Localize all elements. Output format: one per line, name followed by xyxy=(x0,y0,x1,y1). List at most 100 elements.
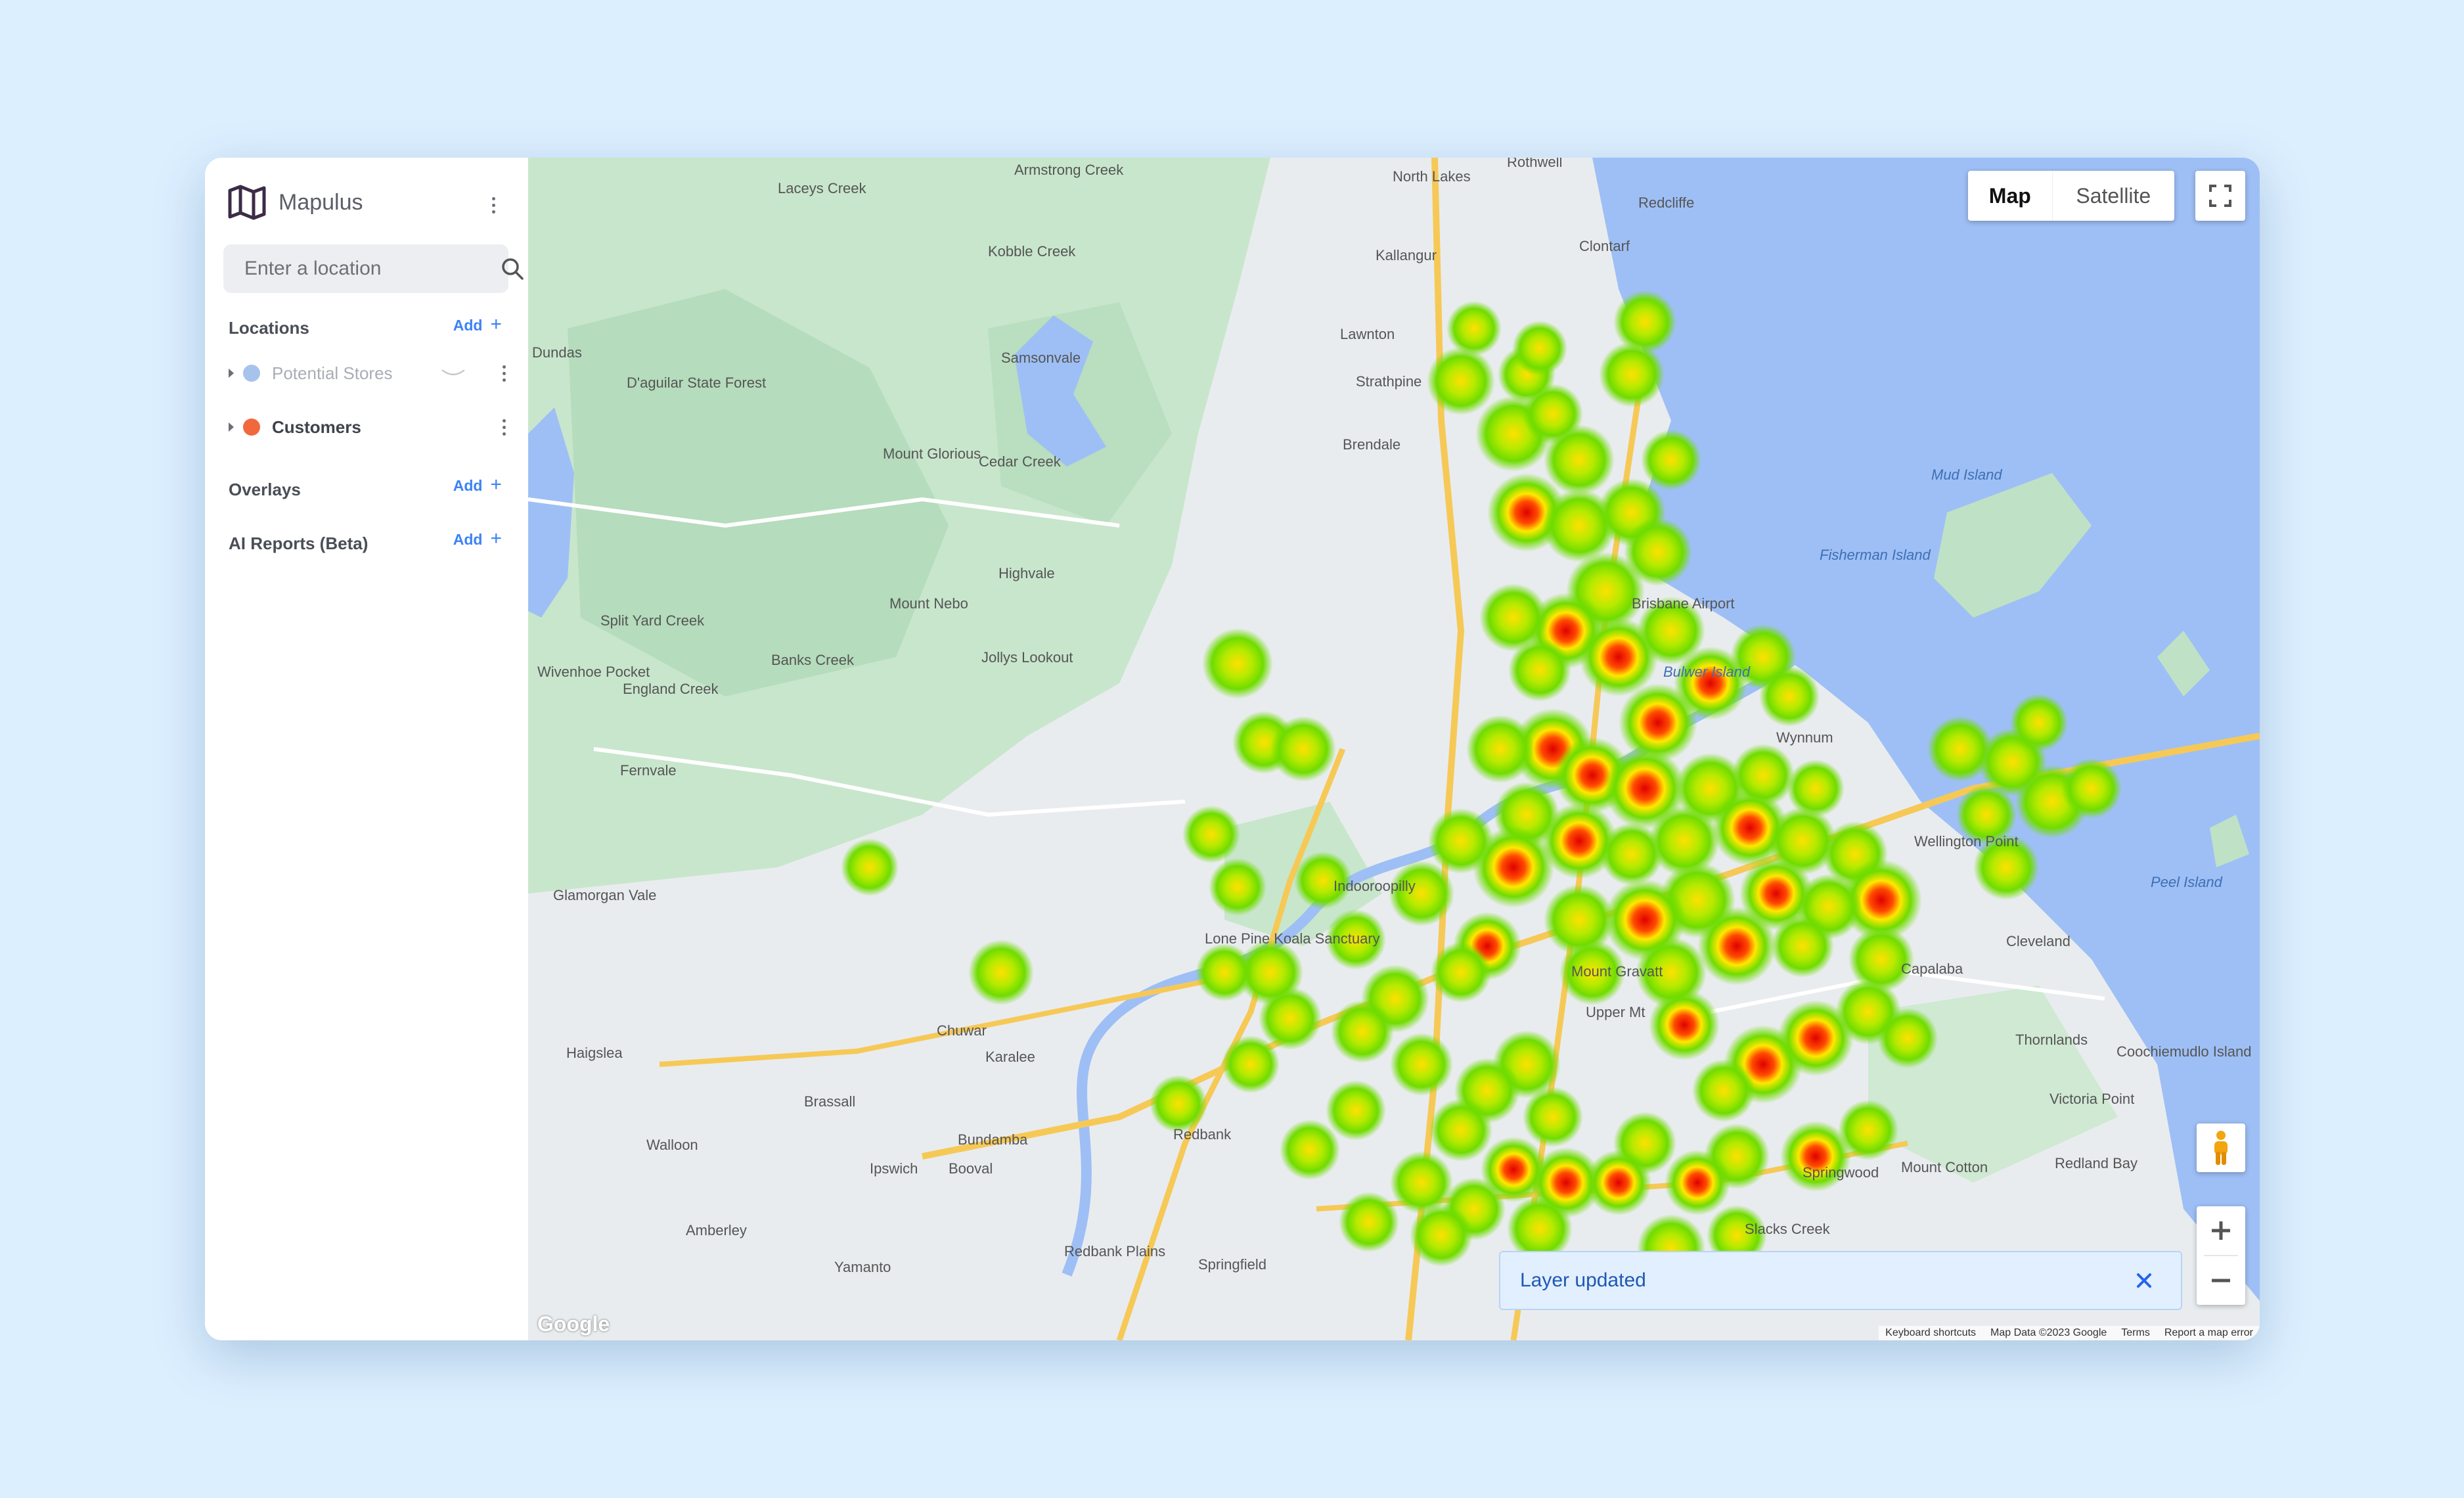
map-label: Fisherman Island xyxy=(1820,547,1931,563)
toast-close-button[interactable] xyxy=(2131,1267,2157,1294)
map-label: Clontarf xyxy=(1579,238,1630,254)
add-label: Add xyxy=(453,477,483,494)
map-label: Samsonvale xyxy=(1001,350,1081,366)
map-label: Glamorgan Vale xyxy=(553,887,657,903)
zoom-control xyxy=(2197,1206,2245,1305)
map-label: Chuwar xyxy=(937,1022,987,1039)
layer-menu-kebab-icon[interactable] xyxy=(494,359,514,388)
map-label: Fernvale xyxy=(620,762,677,779)
map-label: Mount Glorious xyxy=(883,445,981,462)
add-location-button[interactable]: Add + xyxy=(453,313,502,335)
add-overlay-button[interactable]: Add + xyxy=(453,474,502,495)
map-type-toggle: Map Satellite xyxy=(1968,171,2174,221)
map-label: Brisbane Airport xyxy=(1632,595,1735,612)
map-label: Dundas xyxy=(532,344,582,361)
map-label: Redland Bay xyxy=(2055,1155,2138,1171)
map-label: Bundamba xyxy=(958,1131,1028,1148)
map-label: England Creek xyxy=(623,681,719,697)
map-label: Capalaba xyxy=(1901,961,1963,977)
map-label: D'aguilar State Forest xyxy=(627,374,767,391)
map-label: Redbank Plains xyxy=(1064,1243,1166,1260)
terms-link[interactable]: Terms xyxy=(2121,1327,2150,1339)
locations-heading: Locations xyxy=(229,318,309,338)
app-window: Mapulus Locations Add+ Potential Stores … xyxy=(205,158,2260,1340)
map-label: Coochiemudlo Island xyxy=(2117,1043,2252,1060)
toast-message: Layer updated xyxy=(1520,1269,1646,1291)
add-label: Add xyxy=(453,531,483,548)
overlays-heading: Overlays xyxy=(229,480,301,499)
map-label: Split Yard Creek xyxy=(600,612,705,629)
map-label: Mount Gravatt xyxy=(1571,963,1663,980)
map-label: Lone Pine Koala Sanctuary xyxy=(1205,930,1380,947)
map-label: Redcliffe xyxy=(1638,194,1695,211)
expand-caret-icon[interactable] xyxy=(229,422,234,432)
map-canvas[interactable]: Laceys Creek Armstrong Creek Kobble Cree… xyxy=(528,158,2260,1340)
map-label: Laceys Creek xyxy=(778,180,866,196)
map-label: Kallangur xyxy=(1376,247,1437,263)
map-type-map-button[interactable]: Map xyxy=(1968,171,2052,221)
map-label: Jollys Lookout xyxy=(981,649,1073,666)
zoom-out-button[interactable] xyxy=(2197,1256,2245,1305)
map-label: Peel Island xyxy=(2151,874,2222,890)
zoom-in-button[interactable] xyxy=(2197,1206,2245,1255)
map-label: Slacks Creek xyxy=(1745,1221,1830,1237)
search-icon[interactable] xyxy=(499,256,526,282)
map-label: Ipswich xyxy=(870,1160,918,1177)
plus-icon: + xyxy=(490,313,502,335)
map-label: Mount Nebo xyxy=(889,595,968,612)
ai-reports-heading: AI Reports (Beta) xyxy=(229,533,369,553)
map-label: Amberley xyxy=(686,1222,747,1238)
map-label: Brendale xyxy=(1343,436,1401,453)
map-label: Mud Island xyxy=(1931,466,2002,483)
map-label: Brassall xyxy=(804,1093,856,1110)
layer-label: Potential Stores xyxy=(272,363,393,383)
map-label: Rothwell xyxy=(1507,158,1563,170)
plus-icon: + xyxy=(490,474,502,495)
add-ai-report-button[interactable]: Add + xyxy=(453,528,502,549)
map-label: Upper Mt xyxy=(1586,1004,1646,1020)
report-map-error-link[interactable]: Report a map error xyxy=(2164,1327,2253,1339)
map-logo-icon xyxy=(227,183,269,222)
plus-icon xyxy=(2212,1221,2230,1240)
map-label: Haigslea xyxy=(566,1045,623,1061)
google-logo[interactable]: Google xyxy=(537,1312,610,1336)
map-label: Lawnton xyxy=(1340,326,1395,342)
layer-label: Customers xyxy=(272,417,361,437)
map-label: Springfield xyxy=(1198,1256,1266,1273)
map-label: Cleveland xyxy=(2006,933,2071,949)
map-label: Booval xyxy=(949,1160,993,1177)
app-name: Mapulus xyxy=(279,189,363,215)
map-label: Strathpine xyxy=(1356,373,1422,390)
street-view-pegman[interactable] xyxy=(2197,1124,2245,1172)
map-label: Walloon xyxy=(646,1137,698,1153)
brand[interactable]: Mapulus xyxy=(227,181,363,223)
map-label: Redbank xyxy=(1173,1126,1232,1143)
plus-icon: + xyxy=(490,528,502,549)
map-label: Kobble Creek xyxy=(988,243,1076,260)
fullscreen-button[interactable] xyxy=(2195,171,2245,221)
sidebar: Mapulus Locations Add+ Potential Stores … xyxy=(205,158,529,1340)
layer-row-potential-stores[interactable]: Potential Stores xyxy=(229,359,506,388)
map-label: Indooroopilly xyxy=(1333,878,1416,894)
app-menu-kebab-icon[interactable] xyxy=(483,191,503,219)
map-label: Armstrong Creek xyxy=(1014,162,1124,178)
close-icon xyxy=(2137,1273,2151,1288)
map-label: Victoria Point xyxy=(2050,1091,2135,1107)
minus-icon xyxy=(2212,1279,2230,1282)
map-label: Cedar Creek xyxy=(979,453,1061,470)
layer-menu-kebab-icon[interactable] xyxy=(494,413,514,442)
map-attribution: Keyboard shortcuts Map Data ©2023 Google… xyxy=(1879,1326,2260,1340)
map-label: Thornlands xyxy=(2015,1032,2088,1048)
map-label: Wivenhoe Pocket xyxy=(537,664,650,680)
map-label: Wynnum xyxy=(1776,729,1833,746)
pegman-icon xyxy=(2214,1131,2228,1165)
expand-caret-icon[interactable] xyxy=(229,369,234,378)
fullscreen-icon xyxy=(2209,185,2231,207)
search-input[interactable] xyxy=(243,257,499,281)
map-type-satellite-button[interactable]: Satellite xyxy=(2051,171,2174,221)
layer-updated-toast: Layer updated xyxy=(1499,1251,2182,1310)
map-label: North Lakes xyxy=(1393,168,1471,185)
keyboard-shortcuts-link[interactable]: Keyboard shortcuts xyxy=(1885,1327,1976,1339)
map-label: Wellington Point xyxy=(1914,833,2019,850)
layer-row-customers[interactable]: Customers xyxy=(229,413,506,442)
